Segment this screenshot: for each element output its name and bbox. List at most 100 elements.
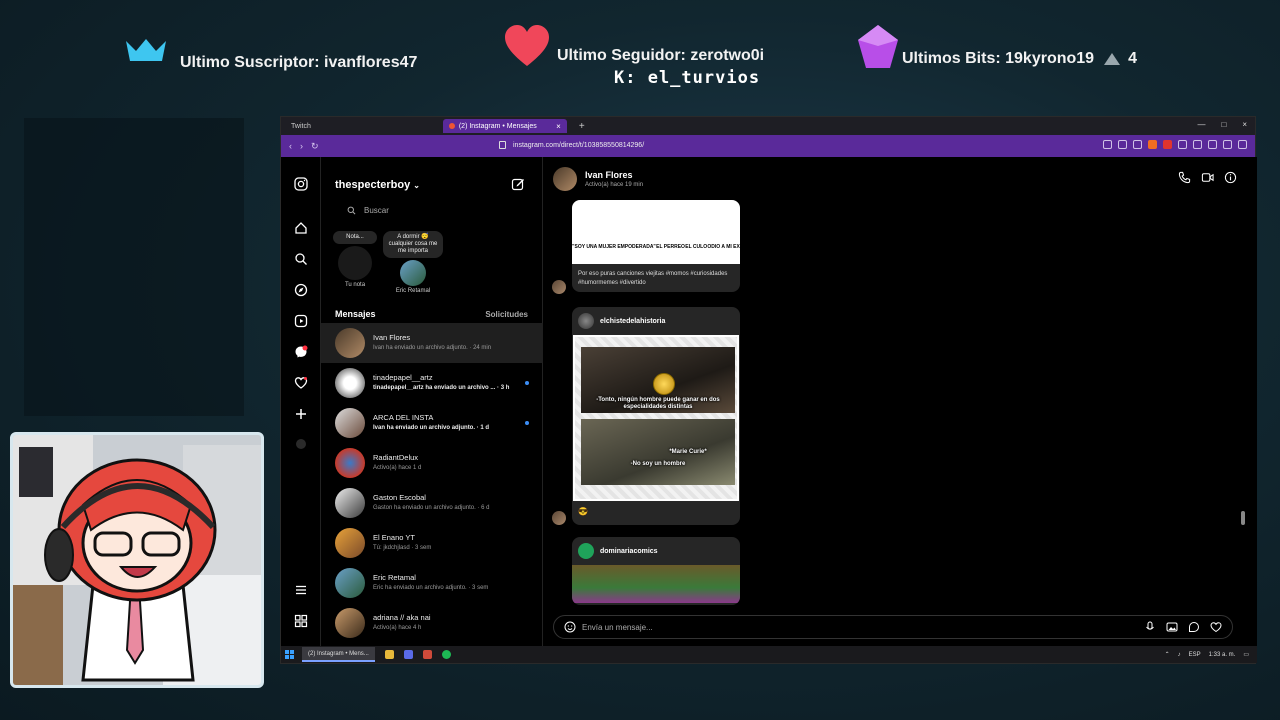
bits-count: 4 [1128, 50, 1137, 67]
conversation-item[interactable]: Eric Retamal Eric ha enviado un archivo a… [321, 563, 543, 603]
discord-icon[interactable] [403, 650, 413, 659]
instagram-logo-icon[interactable] [294, 177, 308, 191]
chat-overlay-panel [24, 118, 244, 416]
forward-icon[interactable]: › [300, 141, 303, 152]
brave-rewards-icon[interactable] [1163, 140, 1172, 149]
conversation-item[interactable]: tinadepapel__artz tinadepapel__artz ha en… [321, 363, 543, 403]
wallet-icon[interactable] [1208, 140, 1217, 149]
chat-scrollbar[interactable] [1241, 201, 1245, 601]
extensions-icon[interactable] [1178, 140, 1187, 149]
windows-start-icon[interactable] [285, 650, 294, 659]
chat-header[interactable]: Ivan Flores Activo(a) hace 19 min [553, 167, 643, 191]
conversation-preview: Ivan ha enviado un archivo adjunto. · 1 … [373, 425, 490, 431]
lock-icon[interactable] [499, 141, 506, 149]
scrollbar-thumb[interactable] [1241, 511, 1245, 525]
notification-icon[interactable]: ▭ [1243, 651, 1249, 658]
maximize-icon[interactable]: □ [1221, 120, 1226, 129]
reload-icon[interactable]: ↻ [311, 141, 319, 152]
tab-twitch[interactable]: Twitch [285, 119, 317, 133]
url-field[interactable]: instagram.com/direct/t/103858550814296/ [513, 142, 644, 149]
tab-instagram[interactable]: (2) Instagram • Mensajes × [442, 119, 567, 133]
back-icon[interactable]: ‹ [289, 141, 292, 152]
note-eric[interactable]: A dormir 😴 cualquier cosa me me importa … [383, 231, 443, 294]
create-plus-icon[interactable] [294, 407, 308, 421]
requests-link[interactable]: Solicitudes [485, 310, 528, 319]
search-placeholder: Buscar [364, 205, 389, 215]
conversation-item[interactable]: Ivan Flores Ivan ha enviado un archivo ad… [321, 323, 543, 363]
avatar [335, 448, 365, 478]
account-switcher[interactable]: thespecterboy ⌄ [335, 179, 420, 191]
volume-icon[interactable]: ♪ [1178, 652, 1181, 658]
post-header[interactable]: dominariacomics [572, 537, 740, 565]
spotify-icon[interactable] [441, 650, 451, 659]
message-composer[interactable]: Envía un mensaje... [553, 615, 1233, 639]
chevron-down-icon: ⌄ [413, 181, 420, 190]
share-icon[interactable] [1133, 140, 1142, 149]
sticker-icon[interactable] [1188, 621, 1200, 633]
unread-dot [525, 421, 529, 425]
search-input[interactable]: Buscar [335, 201, 531, 219]
meme-label: "SOY UNA MUJER EMPODERADA" [572, 244, 656, 250]
conversation-item[interactable]: Gaston Escobal Gaston ha enviado un archi… [321, 483, 543, 523]
emoji-icon[interactable] [564, 621, 576, 633]
messenger-icon[interactable] [294, 345, 308, 359]
tray-clock[interactable]: 1:33 a. m. [1209, 652, 1236, 658]
tray-chevron-icon[interactable]: ⌃ [1165, 651, 1170, 658]
search-icon[interactable] [294, 252, 308, 266]
app-icon[interactable] [422, 650, 432, 659]
brave-shields-icon[interactable] [1148, 140, 1157, 149]
taskbar-app-browser[interactable]: (2) Instagram • Mens... [302, 647, 375, 662]
tab-instagram-label: (2) Instagram • Mensajes [458, 122, 537, 130]
microphone-icon[interactable] [1144, 621, 1156, 633]
conversation-item[interactable]: ARCA DEL INSTA Ivan ha enviado un archivo… [321, 403, 543, 443]
conversation-preview: Tú: jkdchjlasd · 3 sem [373, 545, 432, 551]
shared-post-message[interactable]: dominariacomics [572, 537, 740, 605]
conversation-item[interactable]: El Enano YT Tú: jkdchjlasd · 3 sem [321, 523, 543, 563]
latest-follower-alert: Ultimo Seguidor: zerotwo0i [503, 24, 764, 68]
tray-language[interactable]: ESP [1189, 652, 1201, 658]
meme-panel-top: -Tonto, ningún hombre puede ganar en dos… [581, 347, 735, 413]
windows-taskbar: (2) Instagram • Mens... ⌃ ♪ ESP 1:33 a. … [281, 646, 1257, 663]
shared-post-message[interactable]: "SOY UNA MUJER EMPODERADA" EL PERREO EL … [572, 200, 740, 292]
shared-post-message[interactable]: elchistedelahistoria -Tonto, ningún homb… [572, 307, 740, 525]
tab-close-icon[interactable]: × [556, 122, 561, 131]
bits-triangle-icon [1104, 53, 1121, 65]
like-heart-icon[interactable] [1210, 621, 1222, 633]
tab-twitch-label: Twitch [291, 122, 311, 130]
zoom-icon[interactable] [1118, 140, 1127, 149]
more-menu-icon[interactable] [294, 583, 308, 597]
vpn-icon[interactable] [1223, 140, 1232, 149]
post-header[interactable]: elchistedelahistoria [572, 307, 740, 335]
avatar [335, 408, 365, 438]
conversation-preview: tinadepapel__artz ha enviado un archivo … [373, 385, 510, 391]
image-upload-icon[interactable] [1166, 621, 1178, 633]
profile-avatar-icon[interactable] [294, 437, 308, 451]
close-window-icon[interactable]: × [1242, 120, 1247, 129]
instagram-favicon-icon [448, 123, 455, 129]
compose-message-icon[interactable] [511, 177, 525, 191]
meme-image [572, 565, 740, 603]
phone-call-icon[interactable] [1178, 171, 1191, 184]
instagram-nav-rail [281, 157, 321, 648]
meme-text: -Tonto, ningún hombre puede ganar en dos… [596, 397, 720, 410]
explore-icon[interactable] [294, 283, 308, 297]
notifications-heart-icon[interactable] [294, 376, 308, 390]
info-icon[interactable] [1224, 171, 1237, 184]
menu-icon[interactable] [1238, 140, 1247, 149]
cast-icon[interactable] [1103, 140, 1112, 149]
home-icon[interactable] [294, 221, 308, 235]
also-from-meta-icon[interactable] [294, 614, 308, 628]
file-explorer-icon[interactable] [384, 650, 394, 659]
conversation-item[interactable]: RadiantDelux Activo(a) hace 1 d [321, 443, 543, 483]
reels-icon[interactable] [294, 314, 308, 328]
post-account-name: elchistedelahistoria [600, 317, 666, 325]
conversation-item[interactable]: adriana // aka nai Activo(a) hace 4 h [321, 603, 543, 643]
minimize-icon[interactable]: — [1197, 120, 1205, 129]
new-tab-button[interactable]: + [579, 121, 585, 132]
video-call-icon[interactable] [1201, 171, 1214, 184]
note-own[interactable]: Nota... Tu nota [333, 231, 377, 288]
chat-header-actions [1178, 171, 1237, 184]
sidebar-icon[interactable] [1193, 140, 1202, 149]
conversation-name: adriana // aka nai [373, 613, 431, 622]
messages-heading: Mensajes [335, 309, 376, 319]
